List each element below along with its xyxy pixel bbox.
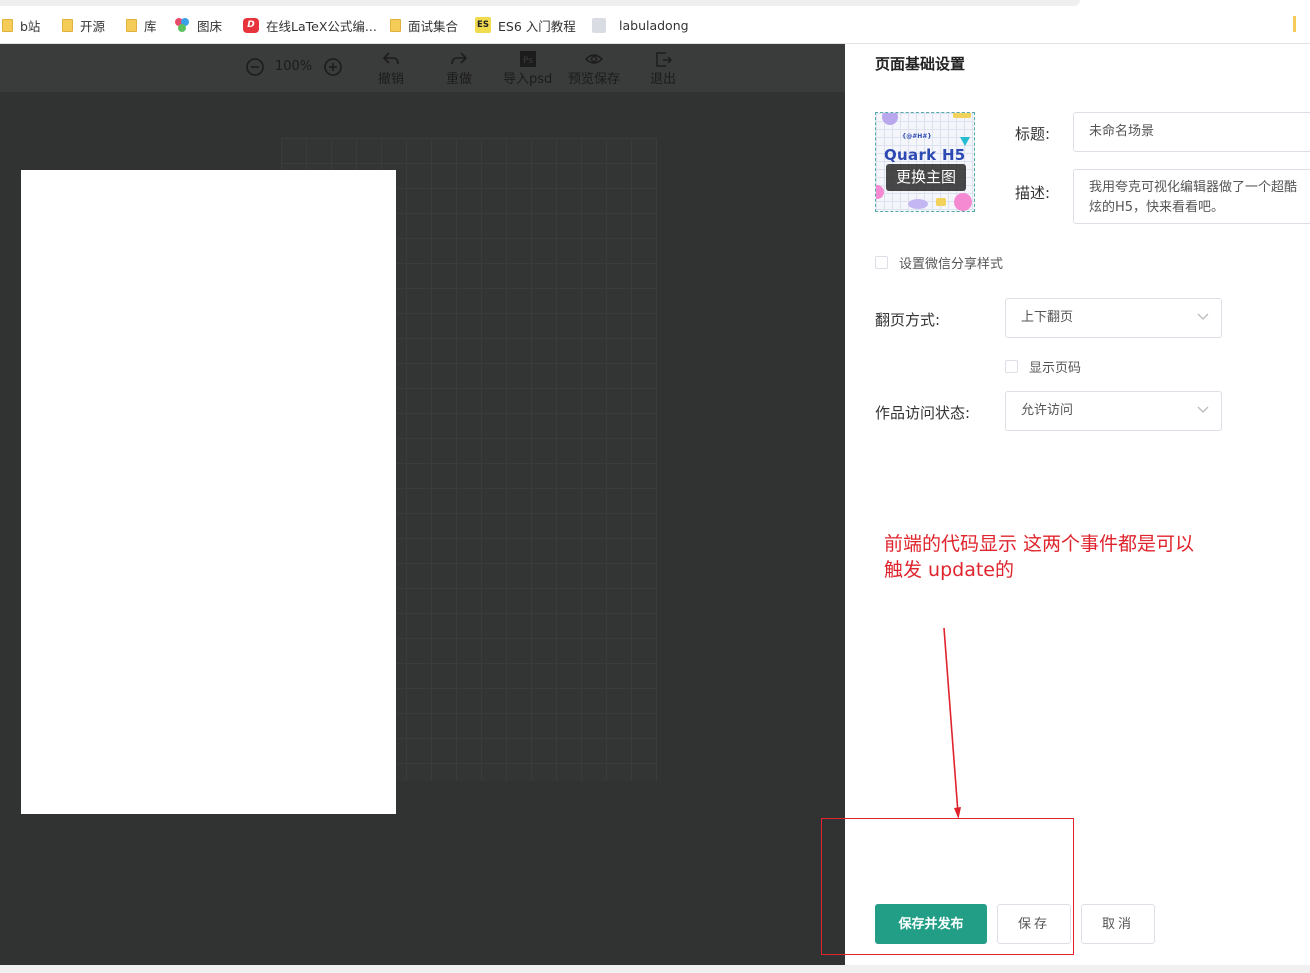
es-icon: ES — [475, 17, 491, 33]
bookmark-label: b站 — [20, 18, 41, 34]
annotation-arrow — [943, 627, 961, 819]
wechat-share-label: 设置微信分享样式 — [899, 257, 1004, 272]
color-circles-icon — [175, 17, 190, 33]
folder-icon — [62, 18, 73, 32]
zoom-level: 100% — [275, 59, 313, 74]
bookmark-label: 在线LaTeX公式编... — [266, 18, 377, 34]
bookmark-label: 面试集合 — [408, 18, 459, 34]
cancel-button[interactable]: 取消 — [1081, 904, 1155, 944]
editor-toolbar: 100% 撤销 重做 Ps 导入psd 预览保存 退出 — [0, 44, 845, 92]
import-psd-button[interactable]: Ps 导入psd — [503, 50, 552, 87]
bookmark-open-source[interactable]: 开源 — [62, 15, 105, 35]
page-turn-value: 上下翻页 — [1021, 310, 1074, 325]
exit-button[interactable]: 退出 — [650, 50, 676, 87]
bookmark-es6[interactable]: ES ES6 入门教程 — [475, 15, 576, 35]
description-value: 我用夸克可视化编辑器做了一个超酷炫的H5，快来看看吧。 — [1089, 180, 1298, 215]
bookmark-label: ES6 入门教程 — [498, 18, 576, 34]
access-status-select[interactable]: 允许访问 — [1005, 391, 1222, 431]
title-input[interactable]: 未命名场景 — [1073, 112, 1310, 152]
panel-title: 页面基础设置 — [875, 55, 966, 73]
annotation-line-1: 前端的代码显示 这两个事件都是可以 — [884, 533, 1195, 555]
bookmark-label: 图床 — [197, 18, 223, 34]
bookmark-bilibili[interactable]: b站 — [2, 15, 40, 35]
latex-icon: D — [243, 17, 259, 33]
exit-icon — [656, 52, 673, 67]
description-label: 描述: — [1015, 184, 1051, 202]
bookmark-interview[interactable]: 面试集合 — [390, 15, 458, 35]
page-turn-select[interactable]: 上下翻页 — [1005, 298, 1222, 338]
zoom-in-icon[interactable] — [323, 57, 343, 77]
bookmarks-bar: b站 开源 库 图床 D 在线LaTeX公式编... 面试集合 ES ES6 入… — [0, 0, 1310, 44]
photoshop-icon: Ps — [519, 51, 536, 67]
redo-button[interactable]: 重做 — [446, 50, 472, 87]
show-page-number-row[interactable]: 显示页码 — [1005, 357, 1081, 376]
page-preview[interactable] — [21, 170, 396, 814]
preview-save-button[interactable]: 预览保存 — [568, 50, 620, 87]
folder-icon — [390, 18, 401, 32]
thumb-top-text: {@#H#} — [902, 133, 932, 140]
folder-icon — [126, 18, 137, 32]
import-psd-label: 导入psd — [503, 72, 553, 87]
exit-label: 退出 — [650, 72, 677, 87]
change-cover-button[interactable]: 更换主图 — [886, 164, 966, 191]
bookmark-label: labuladong — [619, 17, 689, 33]
bookmark-library[interactable]: 库 — [126, 15, 157, 35]
doc-icon — [592, 17, 606, 33]
undo-button[interactable]: 撤销 — [378, 50, 404, 87]
access-status-value: 允许访问 — [1021, 403, 1074, 418]
redo-icon — [451, 52, 468, 65]
bookmark-labuladong[interactable]: labuladong — [592, 15, 689, 35]
annotation-line-2: 触发 update的 — [884, 559, 1014, 581]
cover-thumbnail[interactable]: {@#H#} Quark H5 更换主图 — [875, 112, 975, 212]
zoom-out-icon[interactable] — [245, 57, 265, 77]
show-page-number-checkbox[interactable] — [1005, 360, 1018, 373]
redo-label: 重做 — [446, 72, 473, 87]
title-label: 标题: — [1015, 125, 1051, 143]
undo-label: 撤销 — [378, 72, 405, 87]
chevron-down-icon — [1197, 313, 1209, 320]
bookmark-label: 开源 — [80, 18, 106, 34]
page-turn-label: 翻页方式: — [875, 311, 941, 329]
red-annotation-text: 前端的代码显示 这两个事件都是可以 触发 update的 — [884, 531, 1194, 583]
description-textarea[interactable]: 我用夸克可视化编辑器做了一个超酷炫的H5，快来看看吧。 — [1073, 169, 1310, 224]
undo-icon — [382, 52, 399, 65]
save-button[interactable]: 保存 — [997, 904, 1071, 944]
title-value: 未命名场景 — [1089, 124, 1155, 139]
bookmark-image-host[interactable]: 图床 — [175, 15, 222, 35]
chevron-down-icon — [1197, 406, 1209, 413]
bookmark-label: 库 — [144, 18, 157, 34]
svg-text:Ps: Ps — [523, 56, 533, 66]
editor-area: 100% 撤销 重做 Ps 导入psd 预览保存 退出 — [0, 44, 845, 965]
eye-icon — [584, 54, 604, 64]
bookmark-latex[interactable]: D 在线LaTeX公式编... — [243, 15, 377, 35]
bookmark-overflow-marker — [1293, 16, 1296, 32]
save-publish-button[interactable]: 保存并发布 — [875, 904, 987, 944]
thumb-title: Quark H5 — [884, 146, 966, 164]
access-status-label: 作品访问状态: — [875, 404, 971, 422]
preview-save-label: 预览保存 — [568, 72, 621, 87]
tab-strip — [0, 0, 1080, 6]
show-page-number-label: 显示页码 — [1029, 361, 1082, 376]
wechat-share-checkbox[interactable] — [875, 256, 888, 269]
wechat-share-checkbox-row[interactable]: 设置微信分享样式 — [875, 253, 1003, 272]
folder-icon — [2, 18, 13, 32]
bottom-edge — [0, 965, 1310, 973]
